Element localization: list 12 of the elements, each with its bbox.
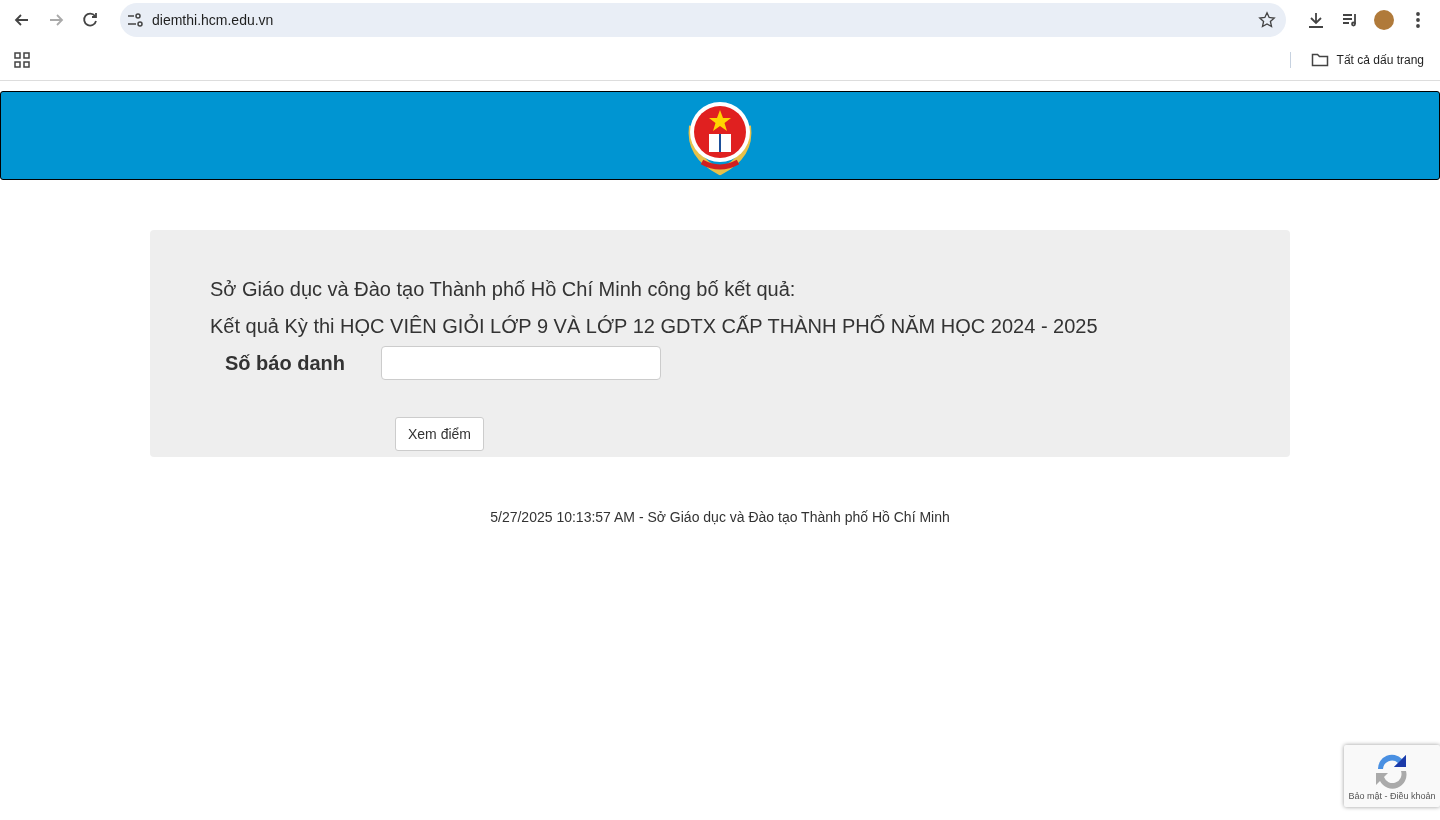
heading-text: Sở Giáo dục và Đào tạo Thành phố Hồ Chí Minh công bố kết quả: — [210, 278, 797, 301]
candidate-number-label: Số báo danh — [225, 351, 346, 375]
view-score-button[interactable]: Xem điểm — [395, 417, 485, 451]
captcha-badge[interactable]: Bảo mật - Điều khoản — [1344, 745, 1440, 807]
exam-title-text: Kết quả Kỳ thi HỌC VIÊN GIỎI LỚP 9 VÀ LỚP 12 GDTX CẤP THÀNH PHỐ NĂM HỌC 2024 - 2025 — [210, 315, 1099, 338]
footer-text: 5/27/2025 10:13:57 AM - Sở Giáo dục và Đào tạo Thành phố Hồ Chí Minh — [489, 509, 951, 525]
privacy-terms-link[interactable]: Bảo mật - Điều khoản — [1348, 791, 1436, 801]
all-bookmarks-button[interactable]: Tất cả dấu trang — [1302, 52, 1432, 68]
folder-icon — [1310, 52, 1329, 68]
star-icon[interactable] — [1258, 11, 1276, 29]
site-settings-icon[interactable] — [126, 12, 144, 28]
candidate-number-field[interactable] — [381, 346, 661, 380]
